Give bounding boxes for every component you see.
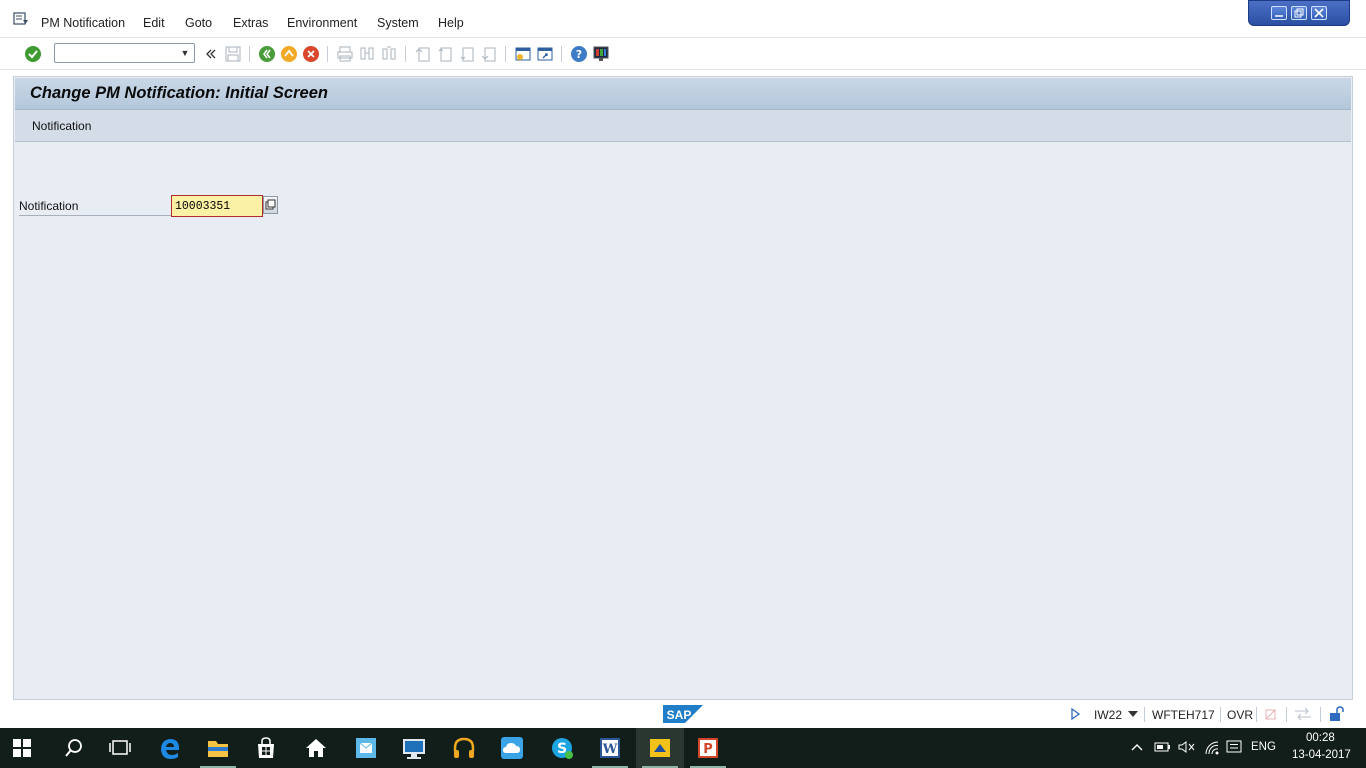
cancel-icon[interactable] (302, 45, 320, 63)
sap-logon-icon[interactable] (648, 736, 672, 760)
notification-button[interactable]: Notification (32, 119, 91, 133)
play-arrow-icon[interactable] (1071, 708, 1081, 720)
menu-extras[interactable]: Extras (233, 16, 268, 30)
close-button[interactable] (1311, 6, 1327, 20)
back-nav-icon[interactable] (202, 45, 220, 63)
toolbar-separator (327, 46, 328, 62)
exit-icon[interactable] (280, 45, 298, 63)
file-explorer-icon[interactable] (206, 736, 230, 760)
chevron-up-icon[interactable] (1131, 742, 1143, 752)
skype-icon[interactable]: S (550, 736, 574, 760)
cloud-icon[interactable] (500, 736, 524, 760)
help-icon[interactable]: ? (570, 45, 588, 63)
command-input[interactable] (55, 44, 175, 62)
notification-center-icon[interactable] (1226, 740, 1242, 755)
window-controls (1248, 0, 1350, 26)
menu-environment[interactable]: Environment (287, 16, 357, 30)
restore-icon (1294, 8, 1304, 18)
powerpoint-icon[interactable]: P (696, 736, 720, 760)
minimize-button[interactable] (1271, 6, 1287, 20)
enter-icon[interactable] (24, 45, 42, 63)
back-icon[interactable] (258, 45, 276, 63)
clock-time[interactable]: 00:28 (1306, 732, 1335, 744)
volume-muted-icon[interactable] (1177, 740, 1195, 754)
status-separator (1320, 707, 1321, 722)
next-page-icon[interactable] (458, 45, 476, 63)
status-separator (1256, 707, 1257, 722)
create-shortcut-icon[interactable] (536, 45, 554, 63)
copy-icon (265, 199, 276, 210)
notification-input[interactable] (172, 196, 260, 216)
save-icon[interactable] (224, 45, 242, 63)
home-icon[interactable] (304, 736, 328, 760)
notification-label: Notification (19, 199, 171, 216)
customize-layout-icon[interactable] (592, 45, 610, 63)
chevron-down-icon[interactable]: ▼ (179, 47, 191, 59)
svg-text:SAP: SAP (667, 708, 692, 722)
first-page-icon[interactable] (414, 45, 432, 63)
word-icon[interactable]: W (598, 736, 622, 760)
status-flag-icon (1265, 709, 1276, 720)
wifi-icon[interactable] (1203, 740, 1221, 756)
menu-goto[interactable]: Goto (185, 16, 212, 30)
system-menu-icon[interactable] (13, 12, 29, 26)
edge-browser-icon[interactable] (158, 736, 182, 760)
minimize-icon (1275, 15, 1283, 17)
print-icon[interactable] (336, 45, 354, 63)
standard-toolbar: ▼ ? (0, 38, 1366, 70)
search-icon[interactable] (62, 736, 86, 760)
transfer-icon (1295, 707, 1311, 721)
taskbar: S W P ENG 00:28 13-04-2017 (0, 728, 1366, 768)
status-separator (1286, 707, 1287, 722)
page-title: Change PM Notification: Initial Screen (30, 84, 328, 102)
server-name: WFTEH717 (1152, 708, 1215, 722)
notification-field[interactable] (171, 195, 263, 217)
store-icon[interactable] (254, 736, 278, 760)
status-bar: SAP IW22 WFTEH717 OVR (0, 701, 1366, 728)
menu-pm-notification[interactable]: PM Notification (41, 16, 125, 30)
title-bar: Change PM Notification: Initial Screen (15, 78, 1351, 110)
menu-help[interactable]: Help (438, 16, 464, 30)
toolbar-separator (405, 46, 406, 62)
command-field[interactable]: ▼ (54, 43, 195, 63)
restore-button[interactable] (1291, 6, 1307, 20)
status-separator (1144, 707, 1145, 722)
task-view-icon[interactable] (108, 736, 132, 760)
status-separator (1220, 707, 1221, 722)
clock-date[interactable]: 13-04-2017 (1292, 749, 1351, 761)
language-indicator[interactable]: ENG (1251, 741, 1276, 753)
menu-bar: PM Notification Edit Goto Extras Environ… (0, 0, 1366, 38)
find-icon[interactable] (358, 45, 376, 63)
lock-icon[interactable] (1328, 706, 1344, 722)
find-next-icon[interactable] (380, 45, 398, 63)
chevron-down-icon[interactable] (1128, 711, 1138, 717)
toolbar-separator (561, 46, 562, 62)
windows-start-icon[interactable] (12, 738, 32, 758)
headphones-icon[interactable] (452, 736, 476, 760)
value-help-button[interactable] (263, 196, 278, 214)
last-page-icon[interactable] (480, 45, 498, 63)
sap-logo: SAP (663, 705, 703, 723)
close-icon (1314, 8, 1324, 18)
application-toolbar: Notification (15, 110, 1351, 142)
svg-text:?: ? (576, 48, 582, 61)
svg-text:W: W (602, 742, 618, 757)
insert-mode: OVR (1227, 708, 1254, 722)
toolbar-separator (249, 46, 250, 62)
remote-desktop-icon[interactable] (402, 736, 426, 760)
battery-icon[interactable] (1153, 740, 1171, 754)
toolbar-separator (505, 46, 506, 62)
previous-page-icon[interactable] (436, 45, 454, 63)
mail-app-icon[interactable] (354, 736, 378, 760)
main-screen: Change PM Notification: Initial Screen N… (13, 76, 1353, 700)
menu-edit[interactable]: Edit (143, 16, 165, 30)
create-session-icon[interactable] (514, 45, 532, 63)
transaction-code: IW22 (1094, 708, 1123, 722)
menu-system[interactable]: System (377, 16, 419, 30)
svg-text:P: P (703, 742, 713, 757)
